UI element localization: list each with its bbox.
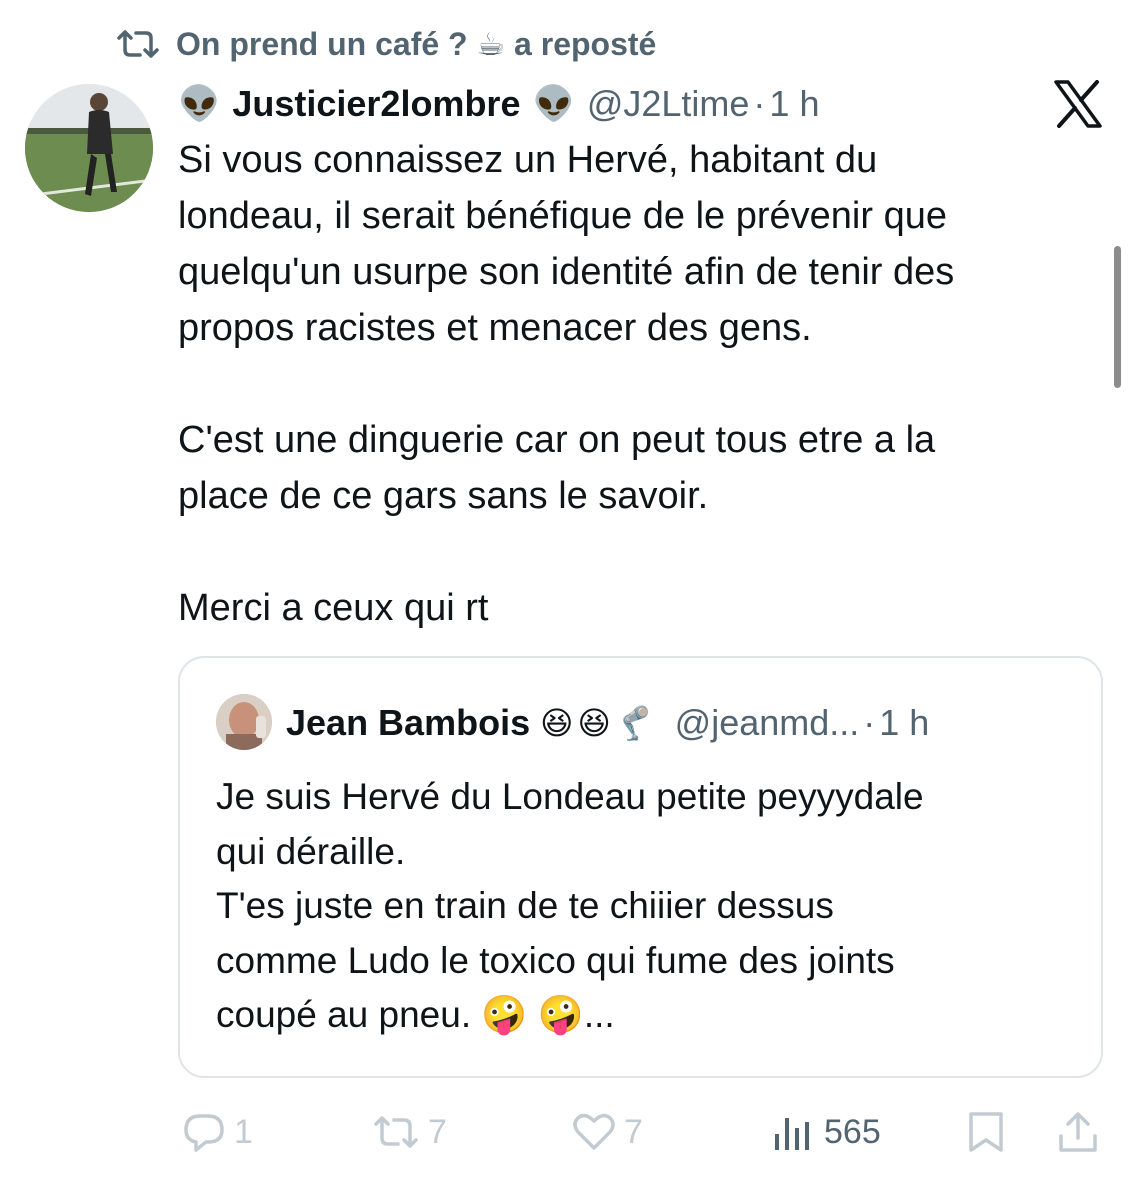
author-handle[interactable]: @J2Ltime — [587, 83, 750, 125]
quoted-avatar — [216, 694, 272, 750]
alien-emoji: 👽 — [178, 85, 221, 123]
laughing-emoji: 😆 — [577, 705, 611, 741]
like-count: 7 — [624, 1112, 643, 1151]
repost-count: 7 — [428, 1112, 447, 1151]
repost-text: On prend un café ? ☕ a reposté — [176, 26, 657, 62]
avatar-image — [25, 84, 153, 212]
reply-count: 1 — [234, 1112, 253, 1151]
tweet-text: Si vous connaissez un Hervé, habitant du… — [178, 139, 955, 629]
reply-button[interactable]: 1 — [182, 1104, 253, 1160]
bookmark-button[interactable] — [966, 1104, 1006, 1160]
share-button[interactable] — [1056, 1104, 1100, 1160]
scrollbar[interactable] — [1114, 246, 1121, 388]
separator-dot: · — [863, 702, 876, 743]
quoted-author: Jean Bambois 😆 😆 🦿 @jeanmd... · 1 h — [286, 698, 929, 748]
views-button[interactable]: 565 — [772, 1104, 881, 1160]
repost-icon — [117, 30, 159, 58]
quoted-author-name[interactable]: Jean Bambois — [286, 702, 530, 744]
quoted-tweet[interactable]: Jean Bambois 😆 😆 🦿 @jeanmd... · 1 h Je s… — [178, 656, 1103, 1078]
author-name[interactable]: Justicier2lombre — [232, 83, 520, 125]
quoted-time[interactable]: 1 h — [879, 702, 929, 744]
repost-icon — [374, 1116, 418, 1148]
action-bar: 1 7 7 565 — [0, 1104, 1132, 1160]
share-icon — [1059, 1112, 1097, 1152]
quoted-author-handle[interactable]: @jeanmd... — [675, 702, 860, 744]
x-logo-icon[interactable] — [1053, 80, 1103, 128]
tweet-author: 👽 Justicier2lombre 👽 @J2Ltime · 1 h — [178, 80, 819, 128]
like-button[interactable]: 7 — [572, 1104, 643, 1160]
repost-button[interactable]: 7 — [372, 1104, 447, 1160]
views-count: 565 — [824, 1112, 881, 1151]
quoted-avatar-image — [216, 694, 272, 750]
laughing-emoji: 😆 — [540, 705, 574, 741]
quoted-text: Je suis Hervé du Londeau petite peyyydal… — [216, 776, 924, 1035]
separator-dot: · — [753, 83, 766, 124]
tweet-time[interactable]: 1 h — [769, 83, 819, 125]
heart-icon — [573, 1113, 615, 1150]
reply-icon — [184, 1114, 224, 1152]
avatar[interactable] — [25, 84, 153, 212]
views-icon — [775, 1118, 809, 1150]
repost-header[interactable]: On prend un café ? ☕ a reposté — [116, 22, 656, 66]
prosthetic-leg-emoji: 🦿 — [614, 705, 655, 741]
alien-emoji: 👽 — [532, 85, 575, 123]
bookmark-icon — [969, 1112, 1003, 1152]
